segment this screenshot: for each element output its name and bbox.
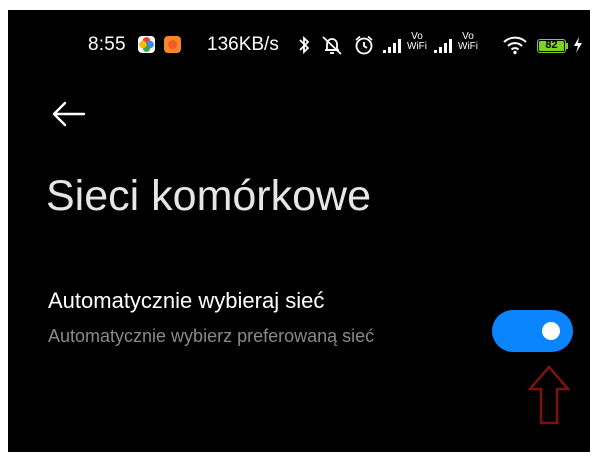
vowifi-bottom-label: WiFi [407,41,427,52]
page-title: Sieci komórkowe [46,172,371,220]
battery-icon: 82 [537,39,566,53]
battery-level: 82 [545,39,558,51]
auto-select-network-row[interactable]: Automatycznie wybieraj sieć Automatyczni… [8,280,590,370]
vowifi-icon: Vo WiFi [457,32,479,52]
setting-title: Automatycznie wybieraj sieć [48,288,325,313]
status-bar: 8:55 136KB/s Vo WiFi Vo WiFi 82 [8,10,590,64]
app-icon [164,36,181,53]
auto-select-toggle[interactable] [492,310,573,352]
vowifi-bottom-label: WiFi [458,41,478,52]
phone-screen: 8:55 136KB/s Vo WiFi Vo WiFi 82 Sieci ko… [8,10,590,452]
signal-icon [434,39,452,53]
wifi-icon [503,36,527,55]
signal-icon [383,39,401,53]
vowifi-icon: Vo WiFi [406,32,428,52]
status-time: 8:55 [88,34,126,55]
bluetooth-icon [299,35,310,55]
charging-icon [574,37,582,53]
setting-subtitle: Automatycznie wybierz preferowaną sieć [48,326,375,346]
network-speed: 136KB/s [207,34,279,55]
toggle-knob [542,322,560,340]
annotation-arrow-up-icon [527,365,571,425]
mute-icon [322,36,342,55]
photos-icon [138,36,155,53]
arrow-left-icon[interactable] [48,94,88,134]
alarm-icon [355,35,373,55]
